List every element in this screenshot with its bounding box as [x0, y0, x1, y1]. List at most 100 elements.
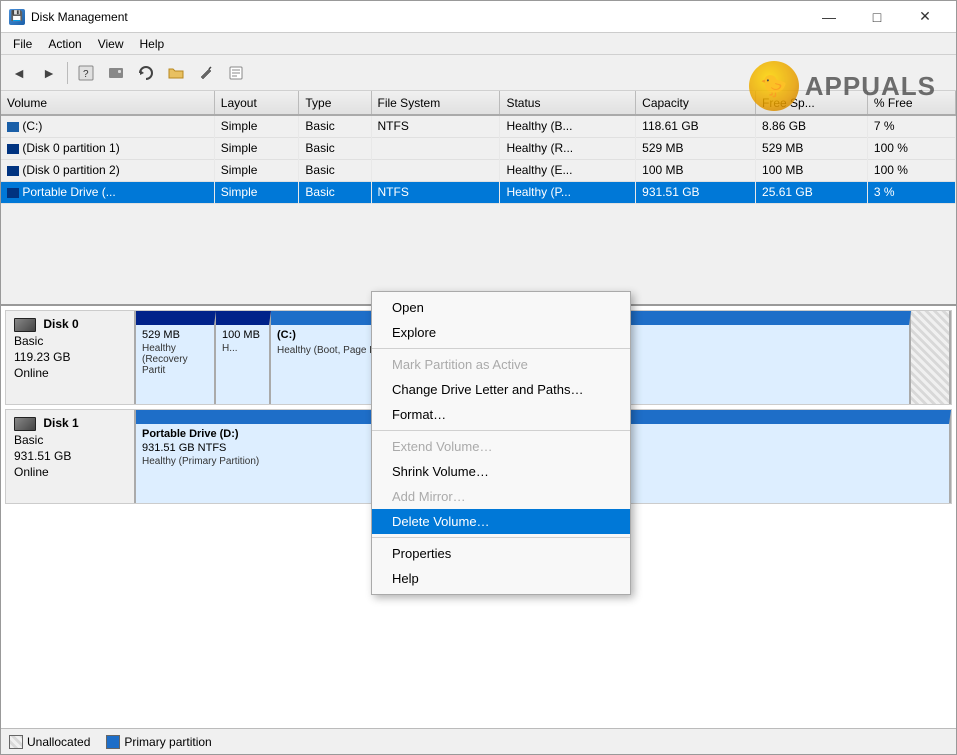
cell-status: Healthy (R... — [500, 137, 636, 159]
cell-free: 100 MB — [756, 159, 868, 181]
disk-0-type: Basic — [14, 334, 126, 348]
window-title: Disk Management — [31, 10, 806, 24]
context-menu: OpenExplore Mark Partition as ActiveChang… — [371, 291, 631, 595]
disk-0-partition-2[interactable]: 100 MB H... — [216, 311, 271, 404]
col-header-type[interactable]: Type — [299, 91, 371, 115]
cell-layout: Simple — [214, 115, 299, 137]
volume-table-container: Volume Layout Type File System Status Ca… — [1, 91, 956, 306]
toolbar-properties-button[interactable] — [222, 59, 250, 87]
context-menu-item[interactable]: Explore — [372, 320, 630, 345]
disk-0-name: Disk 0 — [14, 317, 126, 332]
cell-type: Basic — [299, 159, 371, 181]
menu-file[interactable]: File — [5, 35, 40, 53]
context-menu-item[interactable]: Properties — [372, 541, 630, 566]
cell-volume: (Disk 0 partition 2) — [1, 159, 214, 181]
menu-action[interactable]: Action — [40, 35, 89, 53]
col-header-layout[interactable]: Layout — [214, 91, 299, 115]
context-menu-item[interactable]: Change Drive Letter and Paths… — [372, 377, 630, 402]
cell-free: 8.86 GB — [756, 115, 868, 137]
title-bar: 💾 Disk Management — □ ✕ — [1, 1, 956, 33]
window-controls: — □ ✕ — [806, 1, 948, 33]
disk-1-status: Online — [14, 465, 126, 479]
back-button[interactable]: ◄ — [5, 59, 33, 87]
toolbar-refresh-button[interactable] — [132, 59, 160, 87]
context-menu-separator — [372, 348, 630, 349]
menu-bar: File Action View Help — [1, 33, 956, 55]
col-header-status[interactable]: Status — [500, 91, 636, 115]
cell-capacity: 931.51 GB — [636, 181, 756, 203]
context-menu-item: Mark Partition as Active — [372, 352, 630, 377]
legend-unallocated: Unallocated — [9, 735, 90, 749]
disk-0-unallocated — [911, 311, 951, 404]
context-menu-item: Extend Volume… — [372, 434, 630, 459]
cell-pctfree: 3 % — [867, 181, 955, 203]
context-menu-separator — [372, 537, 630, 538]
cell-fs — [371, 159, 500, 181]
cell-fs: NTFS — [371, 181, 500, 203]
menu-help[interactable]: Help — [132, 35, 173, 53]
disk-1-type: Basic — [14, 433, 126, 447]
cell-volume: (C:) — [1, 115, 214, 137]
disk-1-size: 931.51 GB — [14, 449, 126, 463]
cell-capacity: 529 MB — [636, 137, 756, 159]
context-menu-item[interactable]: Format… — [372, 402, 630, 427]
cell-fs: NTFS — [371, 115, 500, 137]
legend-unallocated-label: Unallocated — [27, 735, 90, 749]
cell-volume: (Disk 0 partition 1) — [1, 137, 214, 159]
cell-pctfree: 7 % — [867, 115, 955, 137]
cell-type: Basic — [299, 181, 371, 203]
maximize-button[interactable]: □ — [854, 1, 900, 33]
disk-1-info: Disk 1 Basic 931.51 GB Online — [6, 410, 136, 503]
cell-pctfree: 100 % — [867, 137, 955, 159]
toolbar-help-button[interactable]: ? — [72, 59, 100, 87]
cell-fs — [371, 137, 500, 159]
svg-text:?: ? — [83, 69, 89, 80]
table-row[interactable]: (Disk 0 partition 1)SimpleBasic Healthy (… — [1, 137, 956, 159]
table-row[interactable]: (Disk 0 partition 2)SimpleBasic Healthy (… — [1, 159, 956, 181]
p2-size: 100 MB — [222, 329, 263, 341]
toolbar-disk-button[interactable] — [102, 59, 130, 87]
cell-layout: Simple — [214, 137, 299, 159]
cell-pctfree: 100 % — [867, 159, 955, 181]
p2-status: H... — [222, 343, 263, 354]
toolbar-folder-button[interactable] — [162, 59, 190, 87]
context-menu-item[interactable]: Help — [372, 566, 630, 591]
toolbar-edit-button[interactable] — [192, 59, 220, 87]
disk-0-icon — [14, 318, 36, 332]
disk-0-size: 119.23 GB — [14, 350, 126, 364]
col-header-capacity[interactable]: Capacity — [636, 91, 756, 115]
volume-table-body: (C:)SimpleBasicNTFSHealthy (B...118.61 G… — [1, 115, 956, 203]
cell-capacity: 118.61 GB — [636, 115, 756, 137]
forward-button[interactable]: ► — [35, 59, 63, 87]
legend-unallocated-box — [9, 735, 23, 749]
disk-0-status: Online — [14, 366, 126, 380]
table-row[interactable]: (C:)SimpleBasicNTFSHealthy (B...118.61 G… — [1, 115, 956, 137]
cell-status: Healthy (P... — [500, 181, 636, 203]
cell-free: 25.61 GB — [756, 181, 868, 203]
app-icon: 💾 — [9, 9, 25, 25]
cell-status: Healthy (E... — [500, 159, 636, 181]
col-header-volume[interactable]: Volume — [1, 91, 214, 115]
cell-type: Basic — [299, 137, 371, 159]
menu-view[interactable]: View — [90, 35, 132, 53]
cell-status: Healthy (B... — [500, 115, 636, 137]
appuals-icon: 🐤 — [749, 61, 799, 111]
p1-size: 529 MB — [142, 329, 208, 341]
minimize-button[interactable]: — — [806, 1, 852, 33]
context-menu-item[interactable]: Shrink Volume… — [372, 459, 630, 484]
context-menu-separator — [372, 430, 630, 431]
cell-layout: Simple — [214, 159, 299, 181]
table-row[interactable]: Portable Drive (...SimpleBasicNTFSHealth… — [1, 181, 956, 203]
legend-primary: Primary partition — [106, 735, 211, 749]
status-bar: Unallocated Primary partition — [1, 728, 956, 754]
toolbar-sep-1 — [67, 62, 68, 84]
appuals-brand: APPUALS — [805, 71, 936, 102]
context-menu-item[interactable]: Open — [372, 295, 630, 320]
close-button[interactable]: ✕ — [902, 1, 948, 33]
disk-0-partition-1[interactable]: 529 MB Healthy (Recovery Partit — [136, 311, 216, 404]
disk-1-icon — [14, 417, 36, 431]
p1-status: Healthy (Recovery Partit — [142, 343, 208, 376]
legend-primary-label: Primary partition — [124, 735, 211, 749]
col-header-filesystem[interactable]: File System — [371, 91, 500, 115]
context-menu-item[interactable]: Delete Volume… — [372, 509, 630, 534]
